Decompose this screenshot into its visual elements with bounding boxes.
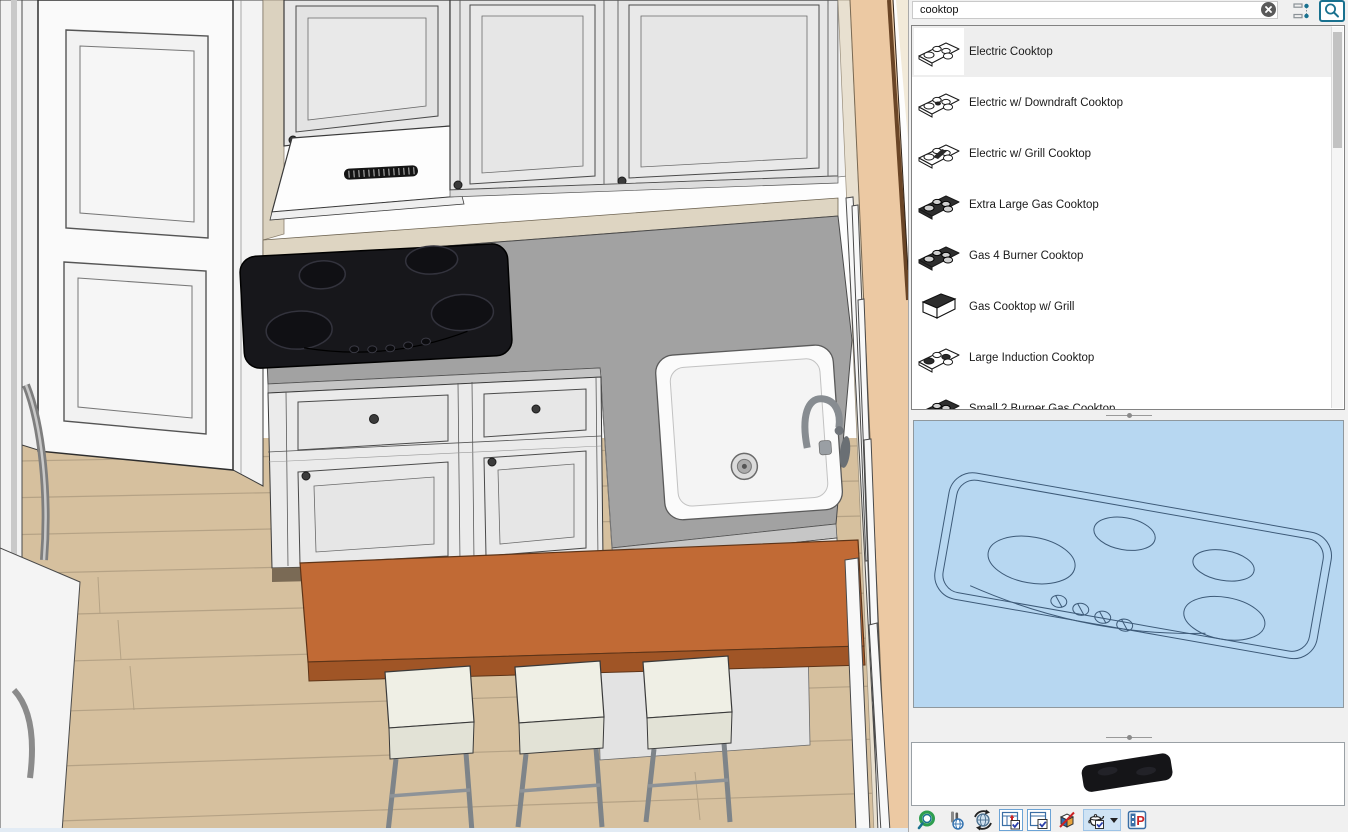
library-search-leaf-magnifier-icon[interactable]	[915, 809, 939, 831]
library-item-label: Gas 4 Burner Cooktop	[969, 249, 1084, 262]
cooktop-thumbnail-icon	[914, 181, 964, 228]
cooktop-thumbnail-icon	[914, 232, 964, 279]
wireframe-cooktop-drawing	[934, 472, 1332, 660]
cooktop-thumbnail-icon	[914, 385, 964, 409]
door[interactable]	[21, 0, 264, 487]
scrollbar-thumb[interactable]	[1333, 32, 1342, 148]
cooktop-thumbnail-icon	[914, 28, 964, 75]
cooktop-thumbnail-icon	[914, 334, 964, 381]
library-item[interactable]: Large Induction Cooktop	[912, 332, 1332, 383]
tools-globe-icon[interactable]	[943, 809, 967, 831]
library-item-label: Small 2 Burner Gas Cooktop	[969, 402, 1116, 410]
app-window: Electric Cooktop E	[0, 0, 1348, 832]
base-cabinets[interactable]	[267, 376, 604, 582]
search-icon[interactable]	[1319, 0, 1345, 22]
library-item-label: Gas Cooktop w/ Grill	[969, 300, 1075, 313]
panel-checkbox-icon[interactable]	[1027, 809, 1051, 831]
cooktop[interactable]	[239, 242, 513, 369]
rendered-cooktop-thumbnail	[1081, 753, 1173, 792]
viewport-bottom-strip	[0, 828, 908, 832]
clear-search-icon[interactable]	[1261, 2, 1276, 17]
cooktop-thumbnail-icon	[914, 283, 964, 330]
p-badge-letter: P	[1136, 814, 1144, 828]
island-counter[interactable]	[299, 539, 866, 682]
browse-tree-icon[interactable]	[1291, 1, 1313, 21]
library-item[interactable]: Electric w/ Grill Cooktop	[912, 128, 1332, 179]
library-item-label: Electric Cooktop	[969, 45, 1053, 58]
cooktop-thumbnail-icon	[914, 79, 964, 126]
range-hood-cabinet[interactable]	[269, 0, 465, 221]
library-toolbar: P	[909, 808, 1348, 832]
library-item-label: Electric w/ Downdraft Cooktop	[969, 96, 1124, 109]
cooktop-thumbnail-icon	[914, 130, 964, 177]
library-item[interactable]: Electric Cooktop	[912, 26, 1332, 77]
3d-viewport[interactable]	[0, 0, 908, 832]
dropdown-arrow-icon[interactable]	[1108, 809, 1120, 831]
wireframe-preview-pane[interactable]	[913, 420, 1344, 708]
render-preview-pane[interactable]	[911, 742, 1345, 806]
search-results-list: Electric Cooktop Electric w/ Downdraft C…	[911, 25, 1345, 410]
panel-red-arrow-checkbox-icon[interactable]	[999, 809, 1023, 831]
library-search-row	[909, 0, 1348, 24]
library-item-label: Large Induction Cooktop	[969, 351, 1095, 364]
p-badge-icon[interactable]: P	[1125, 809, 1149, 831]
library-item-label: Extra Large Gas Cooktop	[969, 198, 1099, 211]
library-item[interactable]: Electric w/ Downdraft Cooktop	[912, 77, 1332, 128]
list-scrollbar[interactable]	[1331, 27, 1343, 408]
library-item[interactable]: Gas Cooktop w/ Grill	[912, 281, 1332, 332]
teapot-checkbox-icon[interactable]	[1084, 809, 1108, 831]
kitchen-render[interactable]	[0, 0, 908, 832]
result-rows: Electric Cooktop Electric w/ Downdraft C…	[912, 26, 1332, 409]
kitchen-sink[interactable]	[654, 344, 849, 521]
library-item[interactable]: Extra Large Gas Cooktop	[912, 179, 1332, 230]
library-item[interactable]: Small 2 Burner Gas Cooktop	[912, 383, 1332, 409]
globe-refresh-icon[interactable]	[971, 809, 995, 831]
panel-splitter[interactable]	[909, 411, 1348, 419]
library-item-label: Electric w/ Grill Cooktop	[969, 147, 1092, 160]
upper-cabinets[interactable]	[449, 0, 848, 198]
library-item[interactable]: Gas 4 Burner Cooktop	[912, 230, 1332, 281]
box-slash-icon[interactable]	[1055, 809, 1079, 831]
search-input[interactable]	[912, 1, 1278, 19]
teapot-preview-button-group[interactable]	[1083, 809, 1121, 831]
panel-splitter[interactable]	[909, 733, 1348, 741]
library-sidebar: Electric Cooktop E	[908, 0, 1348, 832]
